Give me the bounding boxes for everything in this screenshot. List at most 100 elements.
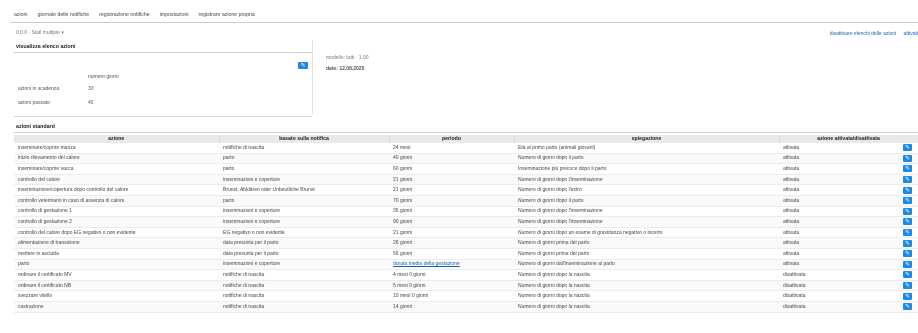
edit-row-button[interactable]: ✎ <box>903 239 912 247</box>
tab-registrare-azione-propria[interactable]: registrare azione propria <box>195 12 261 18</box>
cell-azione: controllo di gestazione 2 <box>14 216 219 228</box>
edit-row-button[interactable]: ✎ <box>903 303 912 311</box>
panel-vertical-divider <box>312 40 313 115</box>
cell-basato: notifiche di nascita <box>219 143 389 154</box>
cell-stato: attivata ✎ <box>779 174 918 186</box>
cell-basato: parto <box>219 163 389 175</box>
edit-row-button[interactable]: ✎ <box>903 250 912 258</box>
cell-stato: attivata ✎ <box>779 153 918 165</box>
cell-azione: controllo veterinario in caso di assenza… <box>14 195 219 207</box>
edit-row-button[interactable]: ✎ <box>903 282 912 290</box>
cell-periodo: 21 giorni <box>389 174 514 186</box>
pencil-icon: ✎ <box>904 208 911 215</box>
cell-periodo: 40 giorni <box>389 153 514 165</box>
cell-periodo: 14 giorni <box>389 301 514 313</box>
cell-periodo: 4 mesi 0 giorni <box>389 269 514 281</box>
cell-stato: disattivata ✎ <box>779 290 918 302</box>
cell-spiegazione: Numero di giorni prima del parto <box>514 248 779 260</box>
status-cell-wrap: attivata ✎ <box>779 197 918 205</box>
standard-divider <box>14 132 918 133</box>
stall-selector[interactable]: 0.0.0 · Stall multiple ▾ <box>16 30 64 36</box>
edit-row-button[interactable]: ✎ <box>903 207 912 215</box>
edit-row-button[interactable]: ✎ <box>903 271 912 279</box>
status-text: attivata <box>783 240 800 247</box>
cell-spiegazione: Numero di giorni dopo l'inseminazione <box>514 206 779 218</box>
cell-spiegazione: Numero di giorni dopo l'estro <box>514 184 779 196</box>
tab-azioni[interactable]: azioni <box>10 12 34 18</box>
status-cell-wrap: attivata ✎ <box>779 176 918 184</box>
table-row: alimentazione di transizione data presunt… <box>14 237 918 249</box>
cell-stato: attivata ✎ <box>779 163 918 175</box>
cell-azione: inseminare/coprire manza <box>14 143 219 154</box>
edit-row-button[interactable]: ✎ <box>903 154 912 162</box>
status-text: attivata <box>783 144 800 151</box>
cell-spiegazione: Numero di giorni dopo la nascita <box>514 290 779 302</box>
cell-basato: inseminazioni e coperture <box>219 259 389 271</box>
status-cell-wrap: attivata ✎ <box>779 239 918 247</box>
disable-action-lists-link[interactable]: disattivare elenchi delle azioni <box>830 31 896 37</box>
pencil-icon: ✎ <box>904 261 911 268</box>
status-cell-wrap: attivata ✎ <box>779 144 918 152</box>
table-row: controllo del calore inseminazioni e cope… <box>14 174 918 186</box>
header-periodo: periodo <box>389 135 515 143</box>
edit-row-button[interactable]: ✎ <box>903 292 912 300</box>
cell-periodo: 35 giorni <box>389 206 514 218</box>
table-row: controllo di gestazione 1 inseminazioni e… <box>14 206 918 218</box>
status-text: attivata <box>783 229 800 236</box>
model-info: modello: tutti · 1.00 <box>326 55 369 61</box>
cell-periodo: 24 mesi <box>389 143 514 154</box>
edit-row-button[interactable]: ✎ <box>903 165 912 173</box>
edit-row-button[interactable]: ✎ <box>903 229 912 237</box>
cell-periodo: 10 mesi 0 giorni <box>389 290 514 302</box>
main-tabs: azioni giornale delle notifiche registra… <box>10 9 918 21</box>
pencil-icon: ✎ <box>904 293 911 300</box>
edit-row-button[interactable]: ✎ <box>903 176 912 184</box>
days-column-header: numero giorni <box>88 74 119 80</box>
cell-periodo: 28 giorni <box>389 237 514 249</box>
status-text: attivata <box>783 176 800 183</box>
cell-azione: alimentazione di transizione <box>14 237 219 249</box>
edit-row-button[interactable]: ✎ <box>903 186 912 194</box>
tab-giornale-notifiche[interactable]: giornale delle notifiche <box>34 12 96 18</box>
cell-periodo: 21 giorni <box>389 227 514 239</box>
cell-azione: svezzare vitello <box>14 290 219 302</box>
status-cell-wrap: disattivata ✎ <box>779 271 918 279</box>
status-cell-wrap: attivata ✎ <box>779 207 918 215</box>
edit-settings-button[interactable]: ✎ <box>298 62 308 69</box>
tab-impostazioni[interactable]: impostazioni <box>156 12 195 18</box>
cell-spiegazione: Numero di giorni prima del parto <box>514 237 779 249</box>
cell-stato: attivata ✎ <box>779 216 918 228</box>
cell-periodo: 21 giorni <box>389 184 514 196</box>
chevron-down-icon: ▾ <box>61 30 64 36</box>
activated-link[interactable]: attivati <box>904 31 918 37</box>
table-row: inseminazione/copertura dopo controllo d… <box>14 184 918 196</box>
cell-spiegazione: Numero di giorni dopo il parto <box>514 195 779 207</box>
edit-row-button[interactable]: ✎ <box>903 260 912 268</box>
edit-row-button[interactable]: ✎ <box>903 197 912 205</box>
cell-spiegazione: Numero di giorni dopo l'inseminazione <box>514 216 779 228</box>
edit-row-button[interactable]: ✎ <box>903 144 912 152</box>
status-text: disattivata <box>783 293 806 300</box>
header-azione: azione <box>14 135 220 143</box>
cell-azione: castrazione <box>14 301 219 313</box>
cell-basato: notifiche di nascita <box>219 269 389 281</box>
cell-periodo[interactable]: durata media della gestazione <box>389 259 514 271</box>
tab-registrazione-notifiche[interactable]: registrazione notifiche <box>95 12 155 18</box>
pencil-icon: ✎ <box>904 145 911 152</box>
cell-basato: data presunta per il parto <box>219 237 389 249</box>
edit-row-button[interactable]: ✎ <box>903 218 912 226</box>
status-cell-wrap: attivata ✎ <box>779 186 918 194</box>
cell-periodo: 90 giorni <box>389 216 514 228</box>
due-actions-value: 33 <box>88 86 94 92</box>
cell-stato: disattivata ✎ <box>779 280 918 292</box>
table-row: controllo veterinario in caso di assenza… <box>14 195 918 207</box>
pencil-icon: ✎ <box>904 283 911 290</box>
due-actions-label: azioni in scadenza <box>18 86 60 92</box>
table-row: svezzare vitello notifiche di nascita 10 m… <box>14 290 918 302</box>
cell-stato: attivata ✎ <box>779 184 918 196</box>
status-text: attivata <box>783 218 800 225</box>
cell-stato: attivata ✎ <box>779 259 918 271</box>
pencil-icon: ✎ <box>904 230 911 237</box>
table-row: controllo di gestazione 2 inseminazioni e… <box>14 216 918 228</box>
cell-basato: inseminazioni e coperture <box>219 206 389 218</box>
